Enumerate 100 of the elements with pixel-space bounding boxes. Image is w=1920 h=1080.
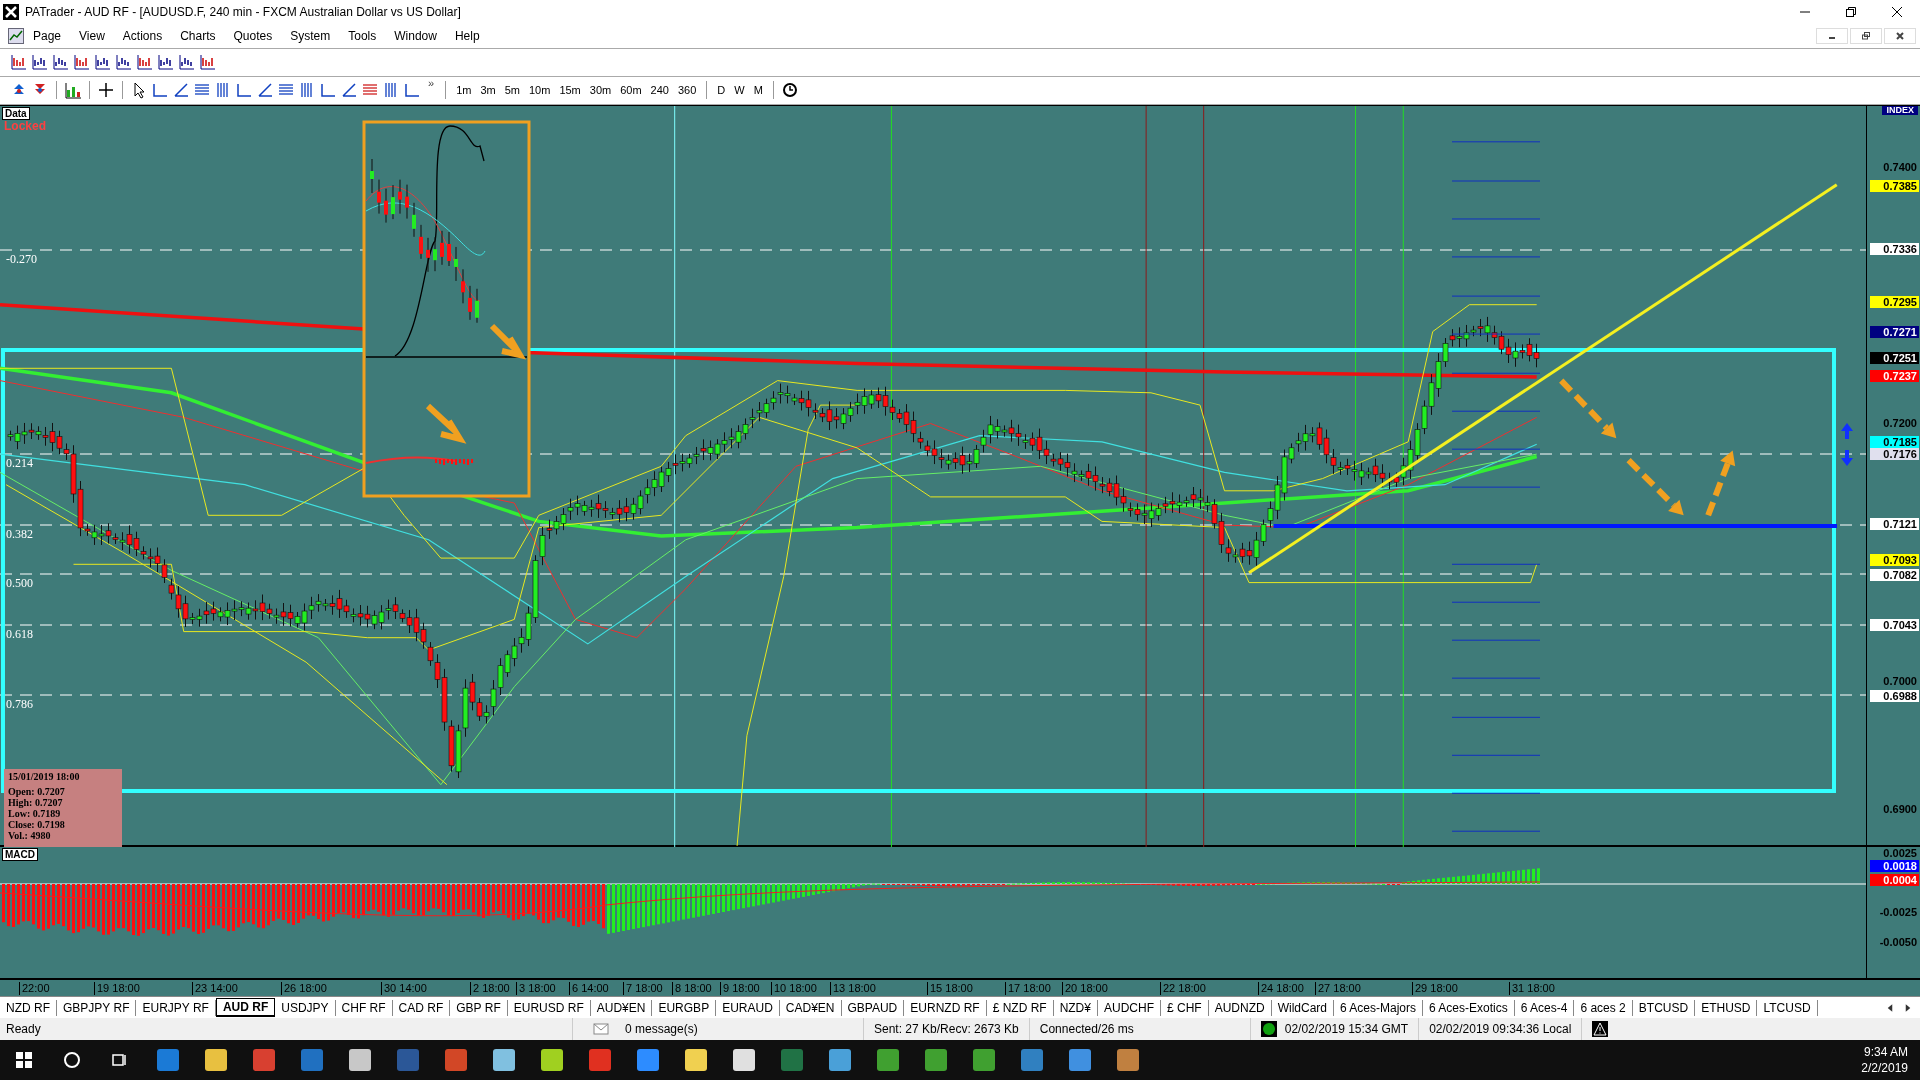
time-axis-label: 19 18:00: [94, 982, 140, 996]
data-label: Data: [2, 106, 30, 120]
symbol-tab[interactable]: 6 Aces-4: [1514, 999, 1575, 1016]
time-axis-label: 17 18:00: [1005, 982, 1051, 996]
time-axis-label: 10 18:00: [771, 982, 817, 996]
time-axis-label: 31 18:00: [1509, 982, 1555, 996]
price-marker: 0.7237: [1870, 369, 1919, 382]
time-axis-label: 20 18:00: [1062, 982, 1108, 996]
fibonacci-level-label: 0.214: [6, 455, 33, 471]
taskbar-date: 2/2/2019: [1861, 1060, 1908, 1076]
price-marker: 0.7295: [1870, 295, 1919, 308]
timeframe-button[interactable]: 15m: [556, 82, 584, 99]
symbol-tab[interactable]: EURJPY RF: [136, 999, 216, 1016]
symbol-tab[interactable]: CAD¥EN: [779, 999, 842, 1016]
menu-item[interactable]: Page: [24, 26, 71, 45]
fibonacci-level-label: 0.500: [6, 575, 33, 591]
symbol-tab[interactable]: WildCard: [1271, 999, 1334, 1016]
symbol-tab[interactable]: EURGBP: [652, 999, 717, 1016]
symbol-tab[interactable]: £ CHF: [1160, 999, 1209, 1016]
menu-item[interactable]: Charts: [171, 26, 225, 45]
gmt-time: 02/02/2019 15:34 GMT: [1284, 1022, 1409, 1036]
period-button[interactable]: D: [714, 82, 729, 99]
price-marker: 0.0004: [1870, 874, 1919, 887]
timeframe-button[interactable]: 60m: [617, 82, 645, 99]
fibonacci-level-label: 0.618: [6, 626, 33, 642]
symbol-tab[interactable]: NZD RF: [0, 999, 57, 1016]
timeframe-button[interactable]: 3m: [477, 82, 499, 99]
fibonacci-level-label: 0.786: [6, 696, 33, 712]
symbol-tab[interactable]: AUDNZD: [1208, 999, 1272, 1016]
timeframe-button[interactable]: 1m: [453, 82, 475, 99]
symbol-tab[interactable]: GBPAUD: [841, 999, 905, 1016]
symbol-tab[interactable]: AUD¥EN: [590, 999, 653, 1016]
timeframe-button[interactable]: 240: [647, 82, 672, 99]
time-axis-label: 22:00: [19, 982, 50, 996]
symbol-tab[interactable]: USDJPY: [275, 999, 336, 1016]
time-axis-label: 15 18:00: [927, 982, 973, 996]
messages-count: 0 message(s): [625, 1022, 698, 1036]
symbol-tab[interactable]: 6 Aces-Majors: [1334, 999, 1423, 1016]
taskbar-time: 9:34 AM: [1863, 1044, 1908, 1060]
price-marker: 0.7093: [1870, 553, 1919, 566]
symbol-tab[interactable]: CHF RF: [335, 999, 393, 1016]
axis-tick-label: 0.0025: [1882, 847, 1918, 860]
status-text: Ready: [5, 1022, 42, 1036]
time-axis-label: 6 14:00: [569, 982, 609, 996]
price-marker: 0.0018: [1870, 860, 1919, 873]
time-axis-label: 29 18:00: [1412, 982, 1458, 996]
symbol-tab[interactable]: ETHUSD: [1695, 999, 1758, 1016]
price-marker: 0.7271: [1870, 325, 1919, 338]
time-axis-label: 23 14:00: [192, 982, 238, 996]
menu-item[interactable]: Quotes: [224, 26, 282, 45]
price-marker: 0.7185: [1870, 435, 1919, 448]
ohlc-value: Close: 0.7198: [8, 818, 66, 830]
time-axis-label: 30 14:00: [381, 982, 427, 996]
price-marker: 0.7251: [1870, 351, 1919, 364]
index-tag: INDEX: [1882, 105, 1918, 115]
symbol-tab[interactable]: LTCUSD: [1757, 999, 1818, 1016]
symbol-tab[interactable]: 6 Aces-Exotics: [1423, 999, 1515, 1016]
price-marker: 0.7336: [1870, 242, 1919, 255]
ohlc-value: Open: 0.7207: [8, 785, 66, 797]
price-marker: 0.7385: [1870, 179, 1919, 192]
symbol-tab[interactable]: GBP RF: [450, 999, 508, 1016]
bar-date: 15/01/2019 18:00: [8, 770, 81, 782]
period-button[interactable]: M: [750, 82, 766, 99]
symbol-tab[interactable]: CAD RF: [392, 999, 451, 1016]
symbol-tab[interactable]: EURNZD RF: [904, 999, 987, 1016]
price-marker: 0.7043: [1870, 618, 1919, 631]
window-title: PATrader - AUD RF - [AUDUSD.F, 240 min - FXCM Australian Dollar vs US Dollar]: [25, 5, 462, 19]
timeframe-button[interactable]: 360: [674, 82, 700, 99]
symbol-tab[interactable]: GBPJPY RF: [57, 999, 137, 1016]
menu-item[interactable]: Tools: [339, 26, 386, 45]
symbol-tab[interactable]: AUDCHF: [1097, 999, 1161, 1016]
symbol-tab[interactable]: EURUSD RF: [507, 999, 591, 1016]
time-axis-label: 13 18:00: [830, 982, 876, 996]
axis-tick-label: -0.0050: [1878, 936, 1918, 949]
axis-tick-label: 0.6900: [1882, 802, 1918, 815]
symbol-tab[interactable]: 6 aces 2: [1574, 999, 1633, 1016]
price-marker: 0.7082: [1870, 568, 1919, 581]
menu-item[interactable]: System: [281, 26, 340, 45]
timeframe-button[interactable]: 5m: [501, 82, 523, 99]
time-axis-label: 22 18:00: [1160, 982, 1206, 996]
price-marker: 0.7121: [1870, 517, 1919, 530]
symbol-tab[interactable]: £ NZD RF: [986, 999, 1054, 1016]
axis-tick-label: -0.0025: [1878, 906, 1918, 919]
menu-item[interactable]: View: [70, 26, 114, 45]
time-axis-label: 8 18:00: [672, 982, 712, 996]
period-button[interactable]: W: [731, 82, 748, 99]
time-axis-label: 24 18:00: [1258, 982, 1304, 996]
time-axis-label: 7 18:00: [623, 982, 663, 996]
ohlc-value: Vol.: 4980: [8, 829, 52, 841]
axis-tick-label: 0.7000: [1882, 674, 1918, 687]
time-axis-label: 26 18:00: [281, 982, 327, 996]
symbol-tab[interactable]: EURAUD: [716, 999, 780, 1016]
symbol-tab[interactable]: BTCUSD: [1632, 999, 1696, 1016]
menu-item[interactable]: Help: [445, 26, 489, 45]
overflow-button[interactable]: »: [424, 76, 439, 89]
timeframe-button[interactable]: 30m: [586, 82, 615, 99]
timeframe-button[interactable]: 10m: [525, 82, 554, 99]
symbol-tab[interactable]: NZD¥: [1053, 999, 1098, 1016]
menu-item[interactable]: Actions: [113, 26, 172, 45]
menu-item[interactable]: Window: [385, 26, 446, 45]
